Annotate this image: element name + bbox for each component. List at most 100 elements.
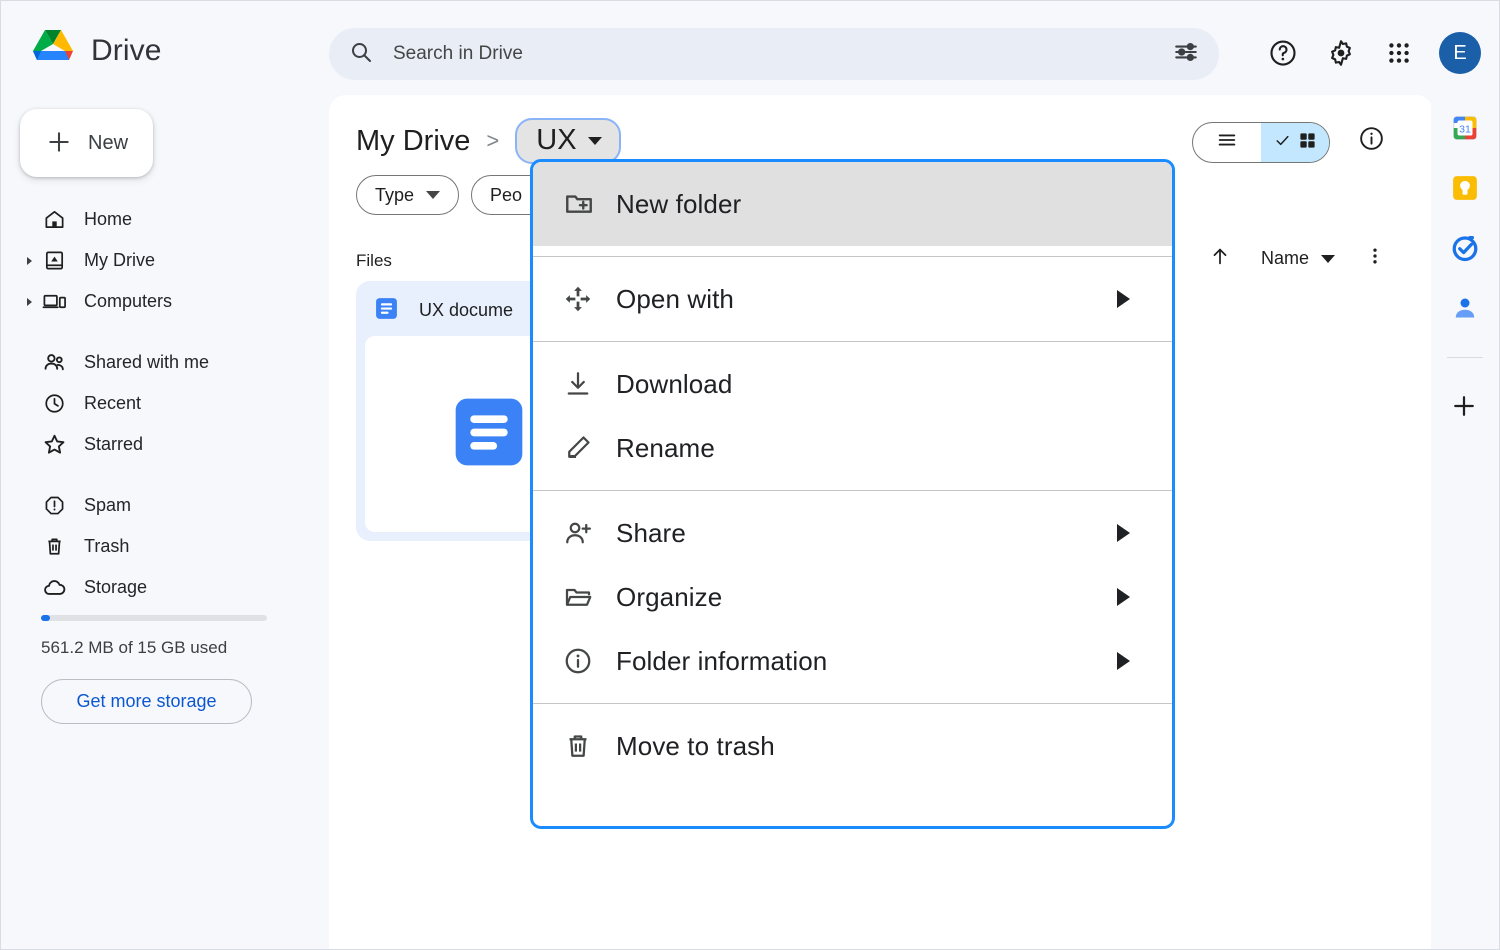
filter-chip-type[interactable]: Type <box>356 175 460 215</box>
chevron-right-icon[interactable] <box>27 297 32 306</box>
google-calendar-icon[interactable]: 31 <box>1450 113 1480 143</box>
menu-item-label: Share <box>616 517 686 548</box>
menu-spacer <box>533 331 1172 341</box>
plus-icon <box>46 129 72 158</box>
sidebar-nav: Home My Drive Computers Shared with me R… <box>1 199 329 608</box>
sidebar-item-label: Storage <box>84 577 148 597</box>
exclamation-octagon-icon <box>41 494 67 517</box>
menu-item-label: Open with <box>616 283 734 314</box>
sidebar-item-storage[interactable]: Storage <box>1 567 329 608</box>
list-view-button[interactable] <box>1193 123 1261 162</box>
context-menu: New folder Open with Download Rename Sha… <box>530 159 1175 829</box>
sort-field-label: Name <box>1260 248 1309 268</box>
chevron-down-icon <box>426 191 441 199</box>
grid-view-button[interactable] <box>1261 123 1329 162</box>
gear-icon[interactable] <box>1317 29 1365 77</box>
computers-icon <box>41 289 67 314</box>
breadcrumb-current-label: UX <box>536 124 577 156</box>
menu-item-open-with[interactable]: Open with <box>533 267 1172 331</box>
sidebar-item-home[interactable]: Home <box>1 199 329 240</box>
sort-field-button[interactable]: Name <box>1261 248 1335 269</box>
info-circle-icon[interactable] <box>1358 125 1385 157</box>
file-card-name: UX docume <box>419 300 514 320</box>
chevron-down-icon <box>1321 254 1335 263</box>
menu-item-organize[interactable]: Organize <box>533 565 1172 629</box>
menu-item-label: Move to trash <box>616 730 775 761</box>
person-add-icon <box>563 518 609 548</box>
storage-section: 561.2 MB of 15 GB used Get more storage <box>41 615 291 724</box>
sidebar-item-label: My Drive <box>84 250 155 270</box>
apps-grid-icon[interactable] <box>1375 29 1423 77</box>
sidebar-item-computers[interactable]: Computers <box>1 281 329 322</box>
top-bar: Drive Search in Drive E <box>1 1 1499 105</box>
search-input[interactable] <box>393 43 1173 65</box>
menu-item-label: Organize <box>616 581 723 612</box>
clock-icon <box>41 392 67 415</box>
list-view-icon <box>1216 129 1238 156</box>
submenu-arrow-icon <box>1117 652 1130 670</box>
sidebar-item-label: Spam <box>84 495 132 515</box>
menu-spacer <box>533 257 1172 267</box>
menu-item-rename[interactable]: Rename <box>533 416 1172 480</box>
rail-divider <box>1447 357 1483 358</box>
breadcrumb: My Drive > UX <box>356 118 621 164</box>
menu-item-label: Rename <box>616 432 715 463</box>
menu-item-share[interactable]: Share <box>533 501 1172 565</box>
menu-item-folder-information[interactable]: Folder information <box>533 629 1172 693</box>
check-icon <box>1274 132 1291 154</box>
breadcrumb-root[interactable]: My Drive <box>356 125 470 158</box>
get-more-storage-button[interactable]: Get more storage <box>41 679 252 724</box>
menu-item-label: New folder <box>616 188 742 219</box>
filter-chip-label: Type <box>375 184 415 205</box>
new-button[interactable]: New <box>20 109 153 177</box>
arrow-up-icon[interactable] <box>1209 245 1231 272</box>
sidebar-item-spam[interactable]: Spam <box>1 485 329 526</box>
submenu-arrow-icon <box>1117 524 1130 542</box>
menu-spacer <box>533 693 1172 703</box>
search-bar[interactable] <box>329 28 1219 80</box>
sidebar-item-label: Shared with me <box>84 352 210 372</box>
google-keep-icon[interactable] <box>1450 173 1480 203</box>
pencil-icon <box>563 433 609 463</box>
plus-icon[interactable] <box>1450 392 1480 422</box>
sidebar-item-label: Recent <box>84 393 142 413</box>
sidebar-item-label: Computers <box>84 291 173 311</box>
chevron-right-icon[interactable] <box>27 256 32 265</box>
help-circle-icon[interactable] <box>1259 29 1307 77</box>
sidebar-item-label: Home <box>84 209 133 229</box>
sidebar-item-recent[interactable]: Recent <box>1 383 329 424</box>
sidebar-item-my-drive[interactable]: My Drive <box>1 240 329 281</box>
menu-item-move-to-trash[interactable]: Move to trash <box>533 714 1172 778</box>
menu-spacer <box>533 246 1172 256</box>
kebab-menu-icon[interactable] <box>1365 245 1385 272</box>
tune-icon[interactable] <box>1173 39 1199 70</box>
search-icon <box>349 40 373 69</box>
view-toggle <box>1192 122 1330 163</box>
app-brand[interactable]: Drive <box>29 27 162 74</box>
open-with-icon <box>563 284 609 314</box>
breadcrumb-separator: > <box>486 128 500 153</box>
menu-spacer <box>533 704 1172 714</box>
sidebar-item-trash[interactable]: Trash <box>1 526 329 567</box>
sidebar-item-starred[interactable]: Starred <box>1 424 329 465</box>
sidebar-item-label: Trash <box>84 536 130 556</box>
avatar[interactable]: E <box>1439 32 1481 74</box>
star-icon <box>41 432 67 457</box>
submenu-arrow-icon <box>1117 290 1130 308</box>
google-tasks-icon[interactable] <box>1450 233 1480 263</box>
cloud-icon <box>41 575 67 600</box>
menu-item-new-folder[interactable]: New folder <box>533 162 1172 246</box>
sidebar-item-shared-with-me[interactable]: Shared with me <box>1 342 329 383</box>
menu-item-label: Folder information <box>616 645 828 676</box>
grid-view-icon <box>1298 131 1317 155</box>
menu-spacer <box>533 480 1172 490</box>
breadcrumb-current-folder[interactable]: UX <box>515 118 621 164</box>
storage-progress-fill <box>41 615 50 621</box>
google-contacts-icon[interactable] <box>1450 293 1480 323</box>
menu-item-label: Download <box>616 368 733 399</box>
menu-item-download[interactable]: Download <box>533 352 1172 416</box>
sort-controls: Name <box>1209 245 1385 272</box>
new-folder-icon <box>563 188 609 220</box>
google-drive-window: Drive Search in Drive E New Home My Driv… <box>0 0 1500 950</box>
my-drive-icon <box>41 249 67 272</box>
